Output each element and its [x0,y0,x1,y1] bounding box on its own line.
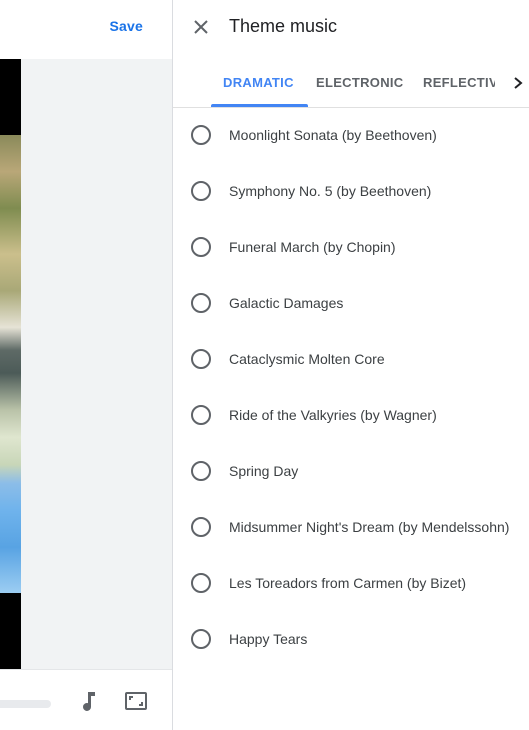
radio-button[interactable] [191,405,211,425]
save-button[interactable]: Save [110,18,144,34]
track-label: Funeral March (by Chopin) [229,239,396,255]
track-label: Happy Tears [229,631,308,647]
track-label: Symphony No. 5 (by Beethoven) [229,183,432,199]
radio-button[interactable] [191,573,211,593]
track-item[interactable]: Les Toreadors from Carmen (by Bizet) [173,555,529,611]
track-label: Les Toreadors from Carmen (by Bizet) [229,575,467,591]
track-item[interactable]: Spring Day [173,443,529,499]
radio-button[interactable] [191,629,211,649]
chevron-right-icon[interactable] [511,74,525,92]
track-item[interactable]: Moonlight Sonata (by Beethoven) [173,107,529,163]
radio-button[interactable] [191,461,211,481]
timeline-scrubber[interactable] [0,700,51,708]
editor-pane: Save [0,0,172,730]
track-label: Moonlight Sonata (by Beethoven) [229,127,437,143]
track-label: Midsummer Night's Dream (by Mendelssohn) [229,519,510,535]
track-item[interactable]: Funeral March (by Chopin) [173,219,529,275]
track-label: Cataclysmic Molten Core [229,351,385,367]
radio-button[interactable] [191,293,211,313]
tab-dramatic[interactable]: DRAMATIC [223,75,294,90]
tab-electronic[interactable]: ELECTRONIC [316,75,404,90]
radio-button[interactable] [191,237,211,257]
genre-tabs: DRAMATIC ELECTRONIC REFLECTIV [173,59,529,108]
track-item[interactable]: Happy Tears [173,611,529,667]
track-item[interactable]: Cataclysmic Molten Core [173,331,529,387]
photo-preview[interactable] [0,59,21,669]
track-item[interactable]: Ride of the Valkyries (by Wagner) [173,387,529,443]
aspect-ratio-icon[interactable] [124,690,148,712]
track-list: Moonlight Sonata (by Beethoven) Symphony… [173,107,529,667]
theme-music-panel: Theme music DRAMATIC ELECTRONIC REFLECTI… [173,0,529,730]
editor-bottombar [0,669,172,730]
track-item[interactable]: Midsummer Night's Dream (by Mendelssohn) [173,499,529,555]
app-root: Save Theme music DRAMATIC ELECTRONIC REF… [0,0,529,730]
tab-reflective[interactable]: REFLECTIV [423,75,495,90]
track-label: Spring Day [229,463,299,479]
radio-button[interactable] [191,349,211,369]
track-label: Ride of the Valkyries (by Wagner) [229,407,437,423]
track-item[interactable]: Galactic Damages [173,275,529,331]
preview-canvas [0,59,172,669]
track-item[interactable]: Symphony No. 5 (by Beethoven) [173,163,529,219]
track-label: Galactic Damages [229,295,344,311]
close-icon[interactable] [191,17,211,37]
radio-button[interactable] [191,181,211,201]
radio-button[interactable] [191,125,211,145]
editor-topbar: Save [0,0,172,59]
radio-button[interactable] [191,517,211,537]
panel-title: Theme music [229,16,338,36]
photo-image [0,135,21,593]
music-note-icon[interactable] [78,690,98,712]
